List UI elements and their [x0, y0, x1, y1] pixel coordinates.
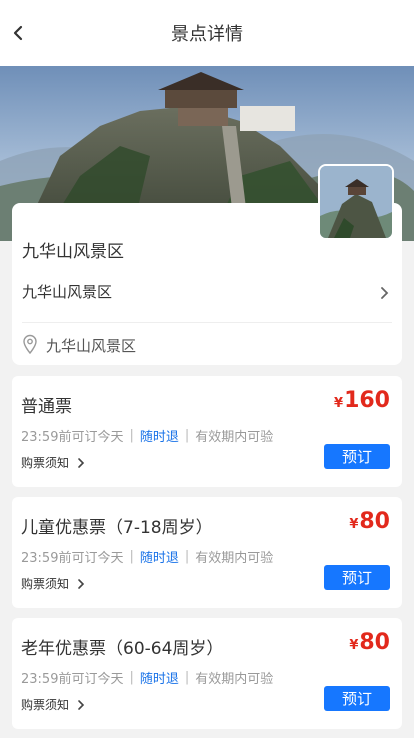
ticket-card: 老年优惠票（60-64周岁） ¥80 23:59前可订今天 | 随时退 | 有效期内可验…: [12, 618, 402, 729]
chevron-right-icon: [78, 457, 85, 468]
refund-tag: 随时退: [139, 430, 179, 445]
book-button[interactable]: 预订: [324, 686, 390, 711]
validity: 有效期内可验: [195, 551, 274, 566]
purchase-notice-link[interactable]: 购票须知: [21, 575, 85, 592]
ticket-price: ¥160: [334, 388, 390, 413]
spot-thumbnail[interactable]: [320, 166, 392, 238]
ticket-price: ¥80: [349, 630, 390, 655]
ticket-name: 老年优惠票（60-64周岁）: [21, 639, 224, 659]
map-pin-icon: [22, 334, 38, 355]
chevron-right-icon[interactable]: [380, 285, 390, 299]
ticket-meta: 23:59前可订今天 | 随时退 | 有效期内可验: [21, 670, 274, 687]
validity: 有效期内可验: [195, 672, 274, 687]
refund-tag: 随时退: [139, 551, 179, 566]
chevron-right-icon: [78, 699, 85, 710]
top-bar: 景点详情: [0, 0, 414, 66]
purchase-notice-link[interactable]: 购票须知: [21, 696, 85, 713]
refund-tag: 随时退: [139, 672, 179, 687]
spot-subtitle[interactable]: 九华山风景区: [22, 281, 112, 302]
divider: [22, 322, 392, 323]
chevron-right-icon: [78, 578, 85, 589]
purchase-notice-link[interactable]: 购票须知: [21, 454, 85, 471]
location-text: 九华山风景区: [46, 337, 137, 355]
spot-name: 九华山风景区: [22, 242, 124, 262]
ticket-name: 儿童优惠票（7-18周岁）: [21, 518, 213, 538]
ticket-meta: 23:59前可订今天 | 随时退 | 有效期内可验: [21, 428, 274, 445]
book-before: 23:59前可订今天: [21, 430, 124, 445]
ticket-price: ¥80: [349, 509, 390, 534]
ticket-card: 儿童优惠票（7-18周岁） ¥80 23:59前可订今天 | 随时退 | 有效期内可验 …: [12, 497, 402, 608]
book-button[interactable]: 预订: [324, 444, 390, 469]
ticket-name: 普通票: [21, 397, 72, 417]
ticket-card: 普通票 ¥160 23:59前可订今天 | 随时退 | 有效期内可验 购票须知 预订: [12, 376, 402, 487]
back-chevron-icon[interactable]: [10, 25, 26, 41]
book-before: 23:59前可订今天: [21, 551, 124, 566]
validity: 有效期内可验: [195, 430, 274, 445]
ticket-meta: 23:59前可订今天 | 随时退 | 有效期内可验: [21, 549, 274, 566]
book-button[interactable]: 预订: [324, 565, 390, 590]
page-title: 景点详情: [171, 24, 243, 45]
book-before: 23:59前可订今天: [21, 672, 124, 687]
